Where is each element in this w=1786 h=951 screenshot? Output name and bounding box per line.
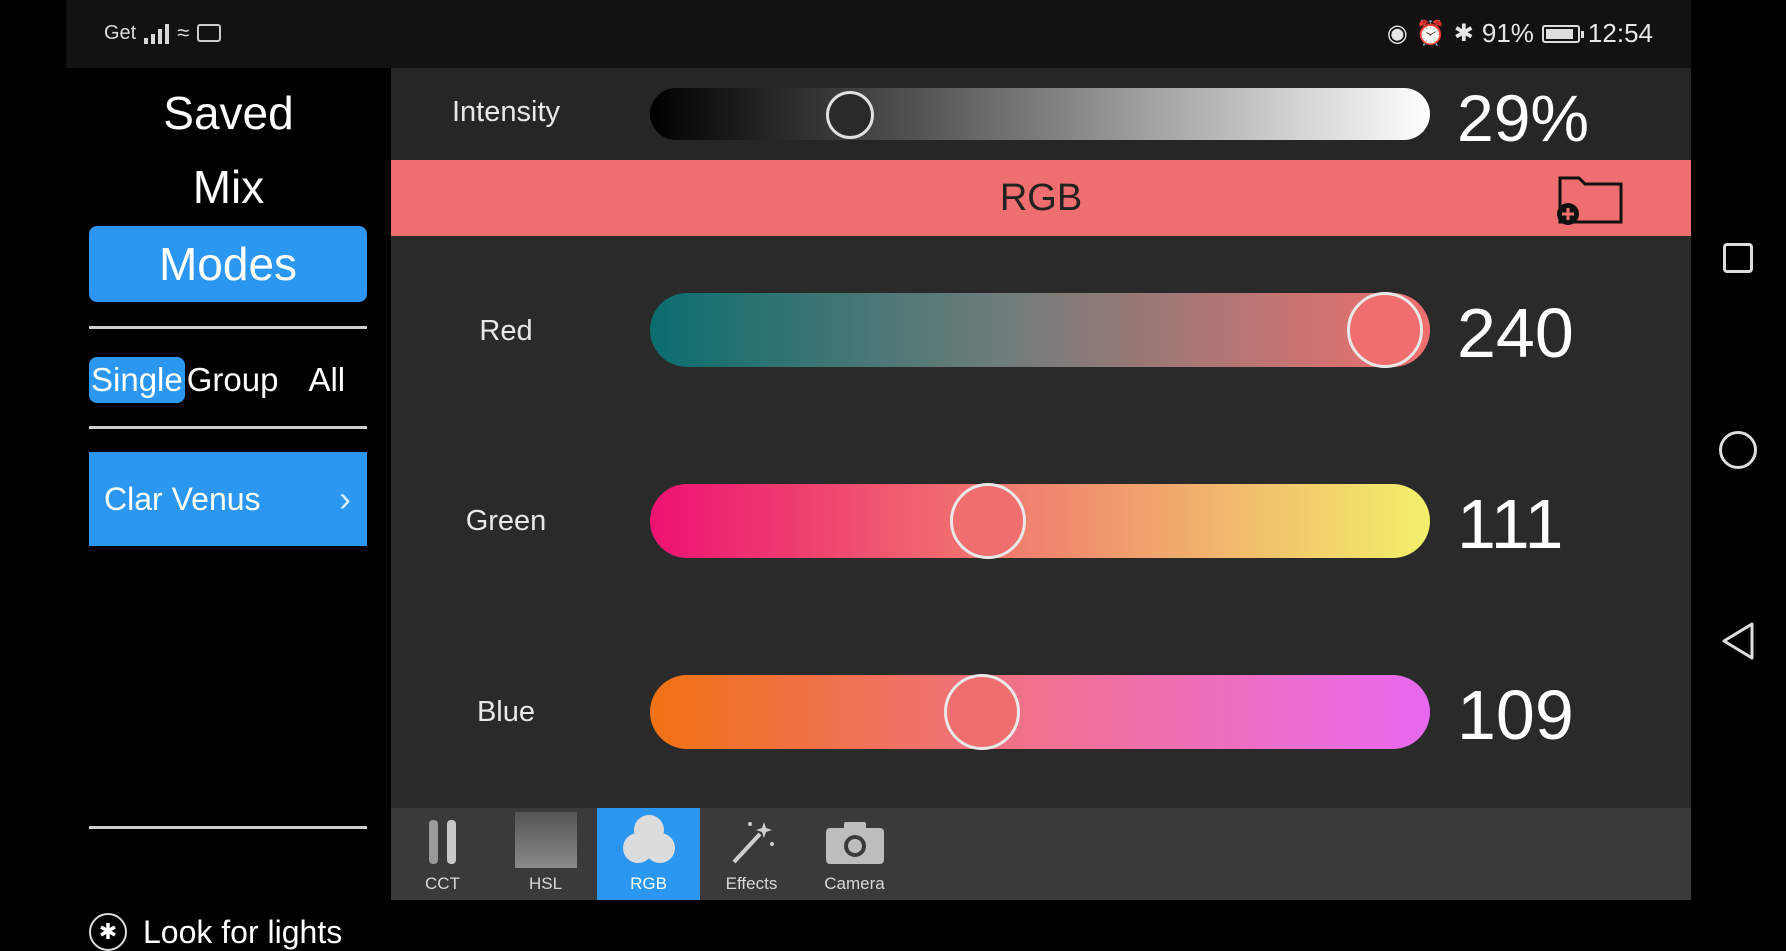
- red-slider-thumb[interactable]: [1347, 292, 1423, 368]
- intensity-row: Intensity 29%: [391, 68, 1691, 160]
- tool-camera[interactable]: Camera: [803, 808, 906, 900]
- mode-toolbar: CCT HSL RGB Effects Camera: [391, 808, 1691, 900]
- green-label: Green: [465, 505, 547, 537]
- look-for-lights-button[interactable]: ✱ Look for lights: [89, 913, 342, 951]
- tool-label: HSL: [528, 874, 563, 893]
- tool-rgb[interactable]: RGB: [597, 808, 700, 900]
- scope-selector: Single Group All: [89, 356, 367, 404]
- battery-icon: [1541, 24, 1584, 43]
- green-slider-thumb[interactable]: [950, 483, 1026, 559]
- blue-value: 109: [1457, 676, 1574, 754]
- status-right: ◉ ⏰ ✱ 91% 12:54: [1387, 18, 1653, 49]
- tool-hsl[interactable]: HSL: [494, 808, 597, 900]
- red-value: 240: [1457, 294, 1574, 372]
- mode-header: RGB: [391, 160, 1691, 236]
- nav-modes[interactable]: Modes: [89, 226, 367, 302]
- green-slider[interactable]: [650, 484, 1430, 558]
- alarm-icon: ⏰: [1415, 20, 1446, 47]
- android-nav-bar: [1691, 0, 1786, 900]
- sim-icon: [197, 24, 222, 42]
- battery-percent: 91%: [1481, 18, 1534, 48]
- battery-fill: [1545, 28, 1573, 39]
- app-window: Get ≈ ◉ ⏰ ✱ 91% 12:54 Saved Mix Modes Si…: [66, 0, 1691, 951]
- intensity-slider[interactable]: [650, 88, 1430, 140]
- device-item[interactable]: Clar Venus ›: [89, 452, 367, 546]
- scope-all[interactable]: All: [306, 357, 347, 403]
- bluetooth-icon: ✱: [1453, 20, 1474, 47]
- tool-label: RGB: [630, 874, 667, 893]
- scope-single[interactable]: Single: [89, 357, 185, 403]
- cct-tubes-icon: [428, 820, 456, 864]
- blue-slider[interactable]: [650, 675, 1430, 749]
- mode-title: RGB: [999, 176, 1083, 219]
- home-button[interactable]: [1719, 431, 1757, 469]
- nav-mix[interactable]: Mix: [66, 160, 391, 214]
- tool-cct[interactable]: CCT: [391, 808, 494, 900]
- green-value: 111: [1457, 485, 1564, 563]
- magic-wand-icon: [732, 822, 774, 864]
- bluetooth-icon: ✱: [89, 913, 127, 951]
- clock: 12:54: [1587, 18, 1653, 48]
- camera-icon: [825, 822, 884, 864]
- nav-saved[interactable]: Saved: [66, 86, 391, 140]
- divider: [89, 826, 367, 829]
- intensity-value: 29%: [1457, 81, 1590, 155]
- chevron-right-icon: ›: [339, 478, 351, 519]
- divider: [89, 426, 367, 429]
- carrier-label: Get: [104, 21, 137, 44]
- recents-button[interactable]: [1723, 243, 1753, 273]
- tool-label: Effects: [725, 874, 778, 893]
- wifi-icon: ≈: [177, 20, 190, 45]
- blue-slider-thumb[interactable]: [944, 674, 1020, 750]
- device-name: Clar Venus: [104, 480, 261, 517]
- add-folder-icon[interactable]: [1555, 170, 1625, 226]
- sidebar: Saved Mix Modes Single Group All Clar Ve…: [66, 68, 391, 951]
- back-button[interactable]: [1720, 620, 1756, 662]
- blue-label: Blue: [476, 696, 536, 728]
- intensity-label: Intensity: [452, 96, 560, 128]
- eye-icon: ◉: [1386, 20, 1408, 47]
- tool-label: CCT: [425, 874, 460, 893]
- red-slider[interactable]: [650, 293, 1430, 367]
- main-panel: Intensity 29% RGB Red 240 Green 111 Blue…: [391, 68, 1691, 900]
- hsl-gradient-icon: [514, 812, 577, 868]
- tool-effects[interactable]: Effects: [700, 808, 803, 900]
- red-label: Red: [479, 315, 533, 347]
- signal-icon: [144, 22, 170, 44]
- scope-group[interactable]: Group: [185, 357, 281, 403]
- look-for-lights-label: Look for lights: [143, 913, 343, 950]
- tool-label: Camera: [824, 874, 885, 893]
- rgb-circles-icon: [622, 815, 675, 863]
- divider: [89, 326, 367, 329]
- status-bar: Get ≈ ◉ ⏰ ✱ 91% 12:54: [66, 0, 1691, 68]
- intensity-slider-thumb[interactable]: [826, 91, 874, 139]
- status-left: Get ≈: [104, 20, 222, 46]
